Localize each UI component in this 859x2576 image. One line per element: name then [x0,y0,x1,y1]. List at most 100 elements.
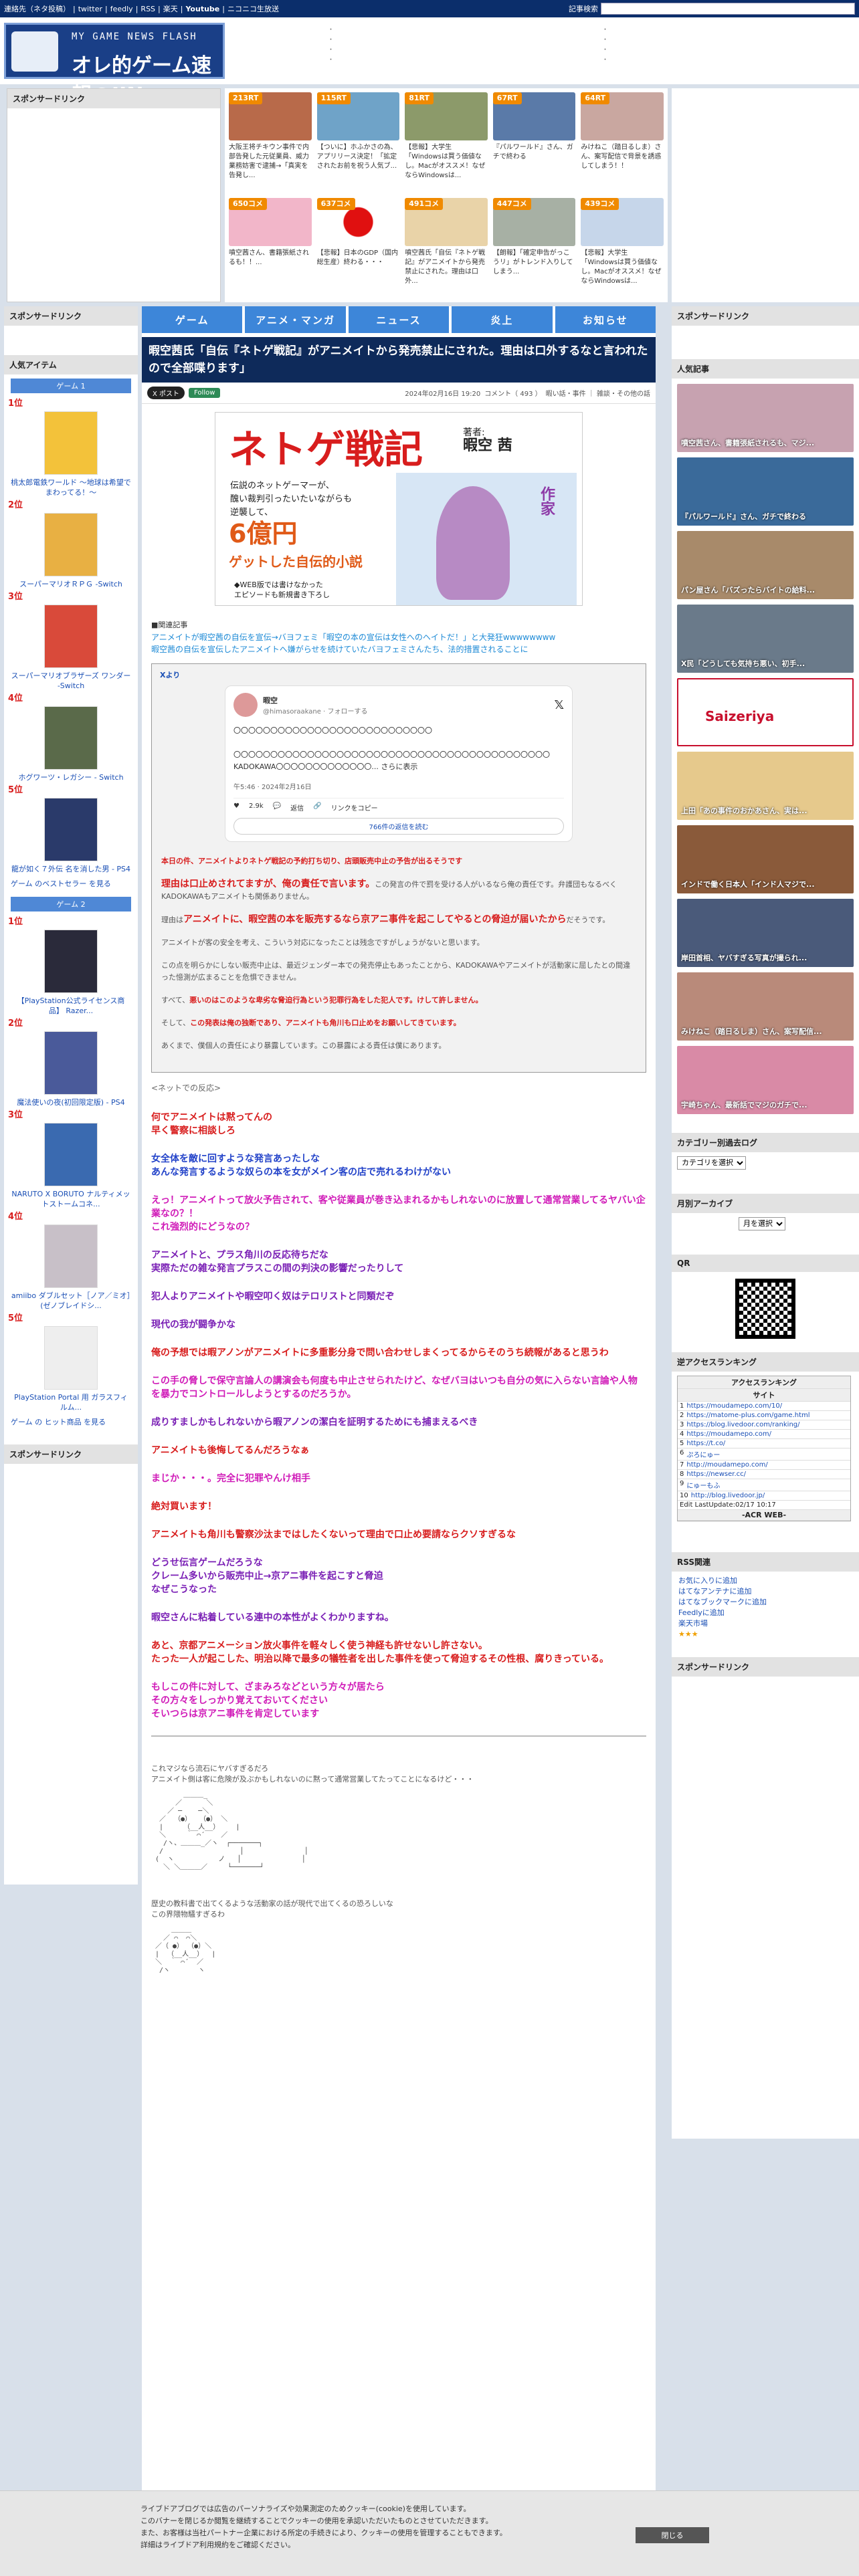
product-item[interactable]: 2位 魔法使いの夜(初回限定版) - PS4 [4,1016,138,1107]
ranking-link[interactable]: http://blog.livedoor.jp/ [691,1492,765,1499]
ranking-link[interactable]: https://matome-plus.com/game.html [686,1412,809,1419]
feed-item[interactable]: 67RT 『パルワールド』さん、ガチで終わる [492,92,576,193]
product-item[interactable]: 3位 NARUTO X BORUTO ナルティメットストームコネ... [4,1107,138,1209]
feed-item[interactable]: 447コメ 【朗報】「確定申告がっこうリ」がトレンド入りしてしまう... [492,198,576,298]
feed-item[interactable]: 491コメ 噴空茜氏「自伝『ネトゲ戦記』がアニメイトから発売禁止にされた。理由は口… [405,198,488,298]
product-item[interactable]: 4位 amiibo ダブルセット［ノア／ミオ］(ゼノブレイドシ... [4,1209,138,1311]
header-link[interactable]: ・ [328,25,595,35]
ranking-link[interactable]: https://blog.livedoor.com/ranking/ [686,1421,799,1428]
popular-article[interactable]: Saizeriya [677,678,854,746]
tweet-time[interactable]: 午5:46 · 2024年2月16日 [233,781,564,791]
cookie-close-button[interactable]: 閉じる [636,2527,709,2543]
top-link-youtube[interactable]: Youtube [185,5,219,13]
rss-link[interactable]: はてなブックマークに追加 [678,1597,852,1608]
top-link-rss[interactable]: RSS [140,5,155,13]
popular-article[interactable]: パン屋さん「バズったらバイトの給料... [677,531,854,599]
copy-link-label[interactable]: リンクをコピー [331,802,378,813]
top-link-contact[interactable]: 連絡先（ネタ投稿） [4,3,70,14]
hit-products-link[interactable]: ゲーム の ヒット商品 を見る [4,1412,138,1431]
archive-select[interactable]: 月を選択 [739,1217,785,1230]
product-item[interactable]: 5位 PlayStation Portal 用 ガラスフィルム... [4,1311,138,1412]
reply-label[interactable]: 返信 [290,802,304,813]
bestseller-link[interactable]: ゲーム のベストセラー を見る [4,874,138,893]
related-link[interactable]: アニメイトが暇空茜の自伝を宣伝→バヨフェミ「暇空の本の宣伝は女性へのヘイトだ！」… [151,631,646,643]
popular-article[interactable]: 岸田首相、ヤバすぎる写真が撮られ... [677,899,854,967]
nav-anime-manga[interactable]: アニメ・マンガ [245,306,346,333]
header-link[interactable]: ・ [328,35,595,45]
product-item[interactable]: 1位 【PlayStation公式ライセンス商品】 Razer... [4,914,138,1016]
ranking-link[interactable]: http://moudamepo.com/ [686,1461,767,1469]
nav-game[interactable]: ゲーム [142,306,243,333]
feed-item[interactable]: 637コメ 【悲報】日本のGDP（国内総生産）終わる・・・ [316,198,400,298]
ranking-link[interactable]: https://moudamepo.com/ [686,1430,771,1438]
related-link[interactable]: 暇空茜の自伝を宣伝したアニメイトへ嫌がらせを続けていたバヨフェミさんたち、法的措… [151,643,646,655]
header-link[interactable]: ・ [328,56,595,66]
ranking-link[interactable]: ぷろにゅー [686,1449,720,1459]
category-select[interactable]: カテゴリを選択 [677,1156,746,1170]
x-logo-icon[interactable]: 𝕏 [554,698,564,712]
search-input[interactable] [601,3,855,15]
heart-icon[interactable]: ♥ [233,802,240,813]
ranking-link[interactable]: にゅーもふ [686,1480,720,1490]
ranking-acr[interactable]: -ACR WEB- [678,1510,850,1521]
feed-item[interactable]: 115RT 【ついに】ホふかさの為、アプリリース決定！「拡定されたお前を祝う人気ブ… [316,92,400,193]
top-link-niconico[interactable]: ニコニコ生放送 [227,3,279,14]
nav-notice[interactable]: お知らせ [555,306,656,333]
feed-item[interactable]: 81RT 【悲報】大学生「Windowsは買う価値なし。Macがオススメ！なぜなら… [405,92,488,193]
product-title[interactable]: 桃太郎電鉄ワールド ～地球は希望でまわってる！～ [4,477,138,498]
product-title[interactable]: amiibo ダブルセット［ノア／ミオ］(ゼノブレイドシ... [4,1291,138,1311]
article-categories[interactable]: 暇い話・事件 ｜ 雑談・その他の話 [546,388,650,398]
product-title[interactable]: スーパーマリオブラザーズ ワンダー -Switch [4,671,138,691]
x-post-button[interactable]: X ポスト [147,387,185,399]
product-title[interactable]: 【PlayStation公式ライセンス商品】 Razer... [4,996,138,1016]
rss-link[interactable]: 楽天市場 [678,1618,852,1629]
feed-item[interactable]: 439コメ 【悲報】大学生「Windowsは買う価値なし。Macがオススメ！なぜな… [581,198,664,298]
rss-link[interactable]: お気に入りに追加 [678,1576,852,1586]
tweet-handle[interactable]: @himasoraakane · フォローする [263,706,367,716]
nav-enjo[interactable]: 炎上 [452,306,553,333]
feed-item[interactable]: 650コメ 噴空茜さん、書籍張紙されるも！！... [229,198,312,298]
ranking-link[interactable]: https://t.co/ [686,1440,725,1447]
product-item[interactable]: 4位 ホグワーツ・レガシー - Switch [4,691,138,782]
product-title[interactable]: NARUTO X BORUTO ナルティメットストームコネ... [4,1189,138,1209]
product-item[interactable]: 1位 桃太郎電鉄ワールド ～地球は希望でまわってる！～ [4,396,138,498]
reply-icon[interactable]: 💬 [273,802,281,813]
product-item[interactable]: 3位 スーパーマリオブラザーズ ワンダー -Switch [4,589,138,691]
header-link[interactable]: ・ [602,25,859,35]
nav-news[interactable]: ニュース [348,306,450,333]
product-title[interactable]: 龍が如く７外伝 名を消した男 - PS4 [4,864,138,874]
ranking-tab-game1[interactable]: ゲーム 1 [11,379,131,393]
product-item[interactable]: 5位 龍が如く７外伝 名を消した男 - PS4 [4,782,138,874]
popular-article[interactable]: 『パルワールド』さん、ガチで終わる [677,457,854,526]
top-link-rakuten[interactable]: 楽天 [163,3,178,14]
header-link[interactable]: ・ [602,35,859,45]
product-title[interactable]: ホグワーツ・レガシー - Switch [4,772,138,782]
top-link-feedly[interactable]: feedly [110,5,133,13]
popular-article[interactable]: 上田「あの事件のおかあさん、実は... [677,752,854,820]
product-item[interactable]: 2位 スーパーマリオＲＰＧ -Switch [4,498,138,589]
product-title[interactable]: 魔法使いの夜(初回限定版) - PS4 [4,1097,138,1107]
ranking-tab-game2[interactable]: ゲーム 2 [11,897,131,911]
popular-article[interactable]: 宇崎ちゃん、最新話でマジのガチで... [677,1046,854,1114]
site-logo[interactable]: MY GAME NEWS FLASH オレ的ゲーム速報@JIN [4,23,225,107]
top-link-twitter[interactable]: twitter [78,5,102,13]
feed-item[interactable]: 64RT みけねこ（踏日るしま）さん、案写配信で背景を誘惑してしまう！！ [581,92,664,193]
product-title[interactable]: PlayStation Portal 用 ガラスフィルム... [4,1392,138,1412]
popular-article[interactable]: インドで働く日本人「インド人マジで... [677,825,854,893]
popular-article[interactable]: みけねこ（踏日るしま）さん、案写配信... [677,972,854,1041]
rss-link[interactable]: Feedlyに追加 [678,1608,852,1618]
popular-article[interactable]: 噴空茜さん、書籍張紙されるも、マジ... [677,384,854,452]
header-link[interactable]: ・ [602,45,859,56]
embedded-tweet[interactable]: 暇空 @himasoraakane · フォローする 𝕏 〇〇〇〇〇〇〇〇〇〇〇〇〇… [225,685,573,842]
ranking-link[interactable]: https://moudamepo.com/10/ [686,1402,782,1410]
link-icon[interactable]: 🔗 [313,802,321,813]
rss-link[interactable]: はてなアンテナに追加 [678,1586,852,1597]
cookie-text[interactable]: 詳細はライブドア利用規約をご確認ください。 [140,2539,859,2551]
ranking-link[interactable]: https://newser.cc/ [686,1471,746,1478]
avatar[interactable] [233,693,258,717]
feed-item[interactable]: 213RT 大阪王将チキウン事件で内部告発した元従業員、威力業務妨害で逮捕→「真実… [229,92,312,193]
product-title[interactable]: スーパーマリオＲＰＧ -Switch [4,579,138,589]
follow-button[interactable]: Follow [189,388,221,398]
header-link[interactable]: ・ [602,56,859,66]
comment-count-link[interactable]: コメント（ 493 ） [484,388,541,398]
